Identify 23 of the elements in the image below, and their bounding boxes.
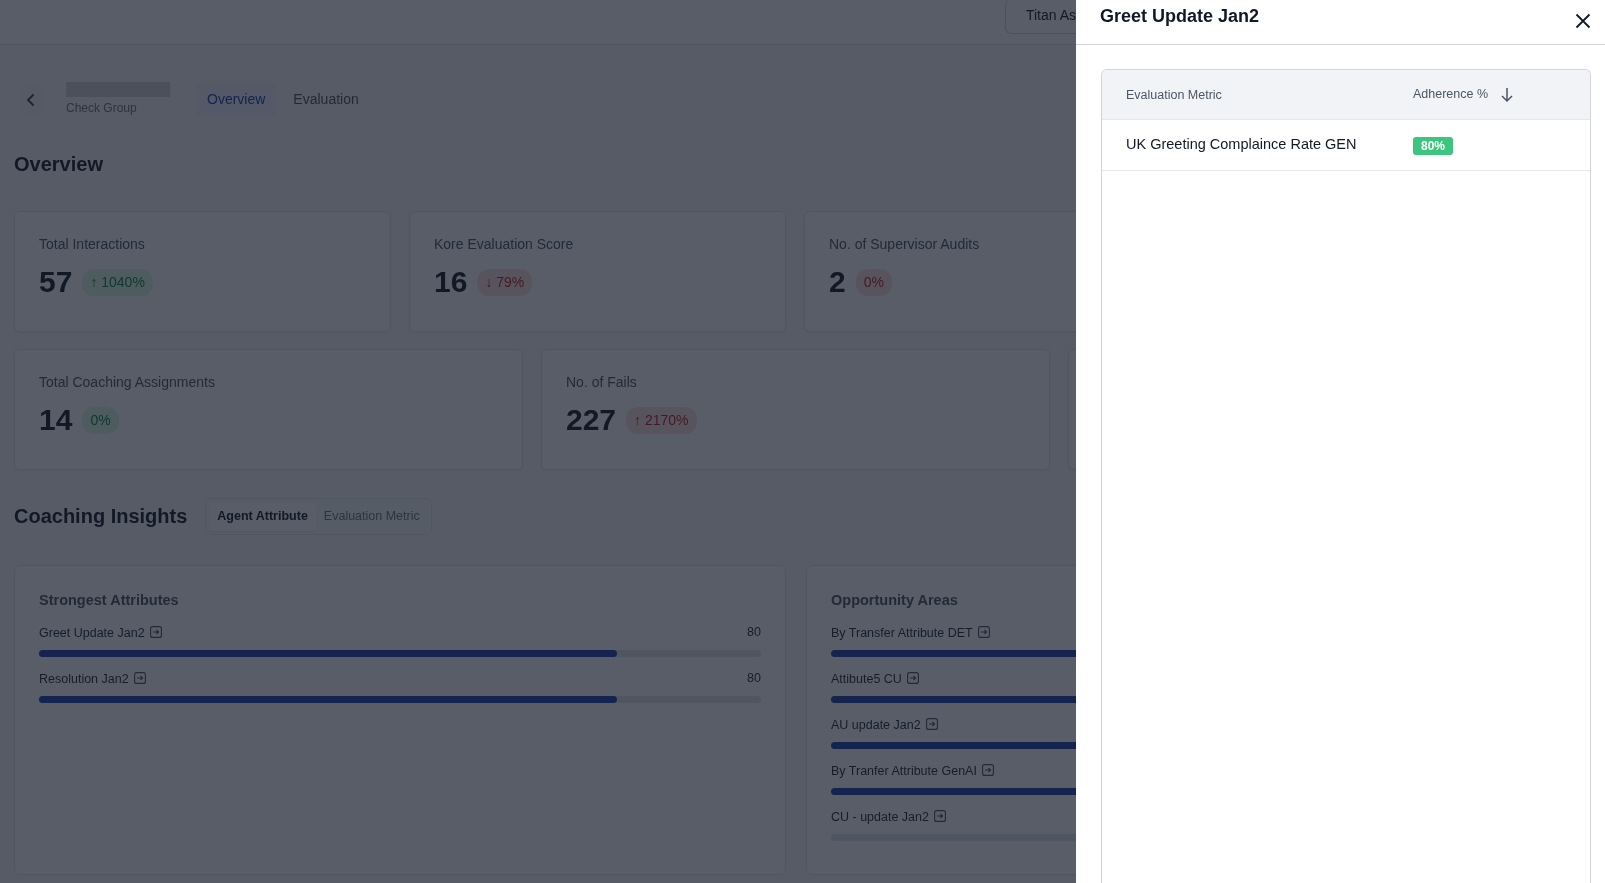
column-header[interactable]: Adherence %	[1413, 85, 1489, 104]
stat-value: 57	[39, 267, 73, 297]
section-heading: Coaching Insights	[14, 504, 188, 530]
score-value: 80	[747, 669, 761, 687]
section-heading: Overview	[14, 152, 104, 177]
stat-value: 2	[829, 267, 846, 297]
stat-value: 16	[434, 267, 468, 297]
attribute-label[interactable]: Attibute5 CU	[831, 671, 902, 686]
score-value: 80	[747, 623, 761, 641]
metric-name: UK Greeting Complaince Rate GEN	[1126, 136, 1357, 153]
attribute-label[interactable]: CU - update Jan2	[831, 809, 929, 824]
adherence-badge: 80%	[1413, 136, 1454, 155]
drawer-title: Greet Update Jan2	[1100, 5, 1260, 28]
attribute-label[interactable]: Resolution Jan2	[39, 671, 129, 686]
stat-value: 227	[566, 405, 617, 435]
attribute-label[interactable]: Greet Update Jan2	[39, 625, 145, 640]
attribute-label[interactable]: AU update Jan2	[831, 717, 921, 732]
column-header[interactable]: Evaluation Metric	[1126, 88, 1222, 102]
attribute-label[interactable]: By Transfer Attribute DET	[831, 625, 973, 640]
attribute-label[interactable]: By Tranfer Attribute GenAI	[831, 763, 977, 778]
close-icon[interactable]	[1575, 13, 1591, 30]
stat-value: 14	[39, 405, 73, 435]
sort-down-icon[interactable]	[1500, 86, 1515, 103]
